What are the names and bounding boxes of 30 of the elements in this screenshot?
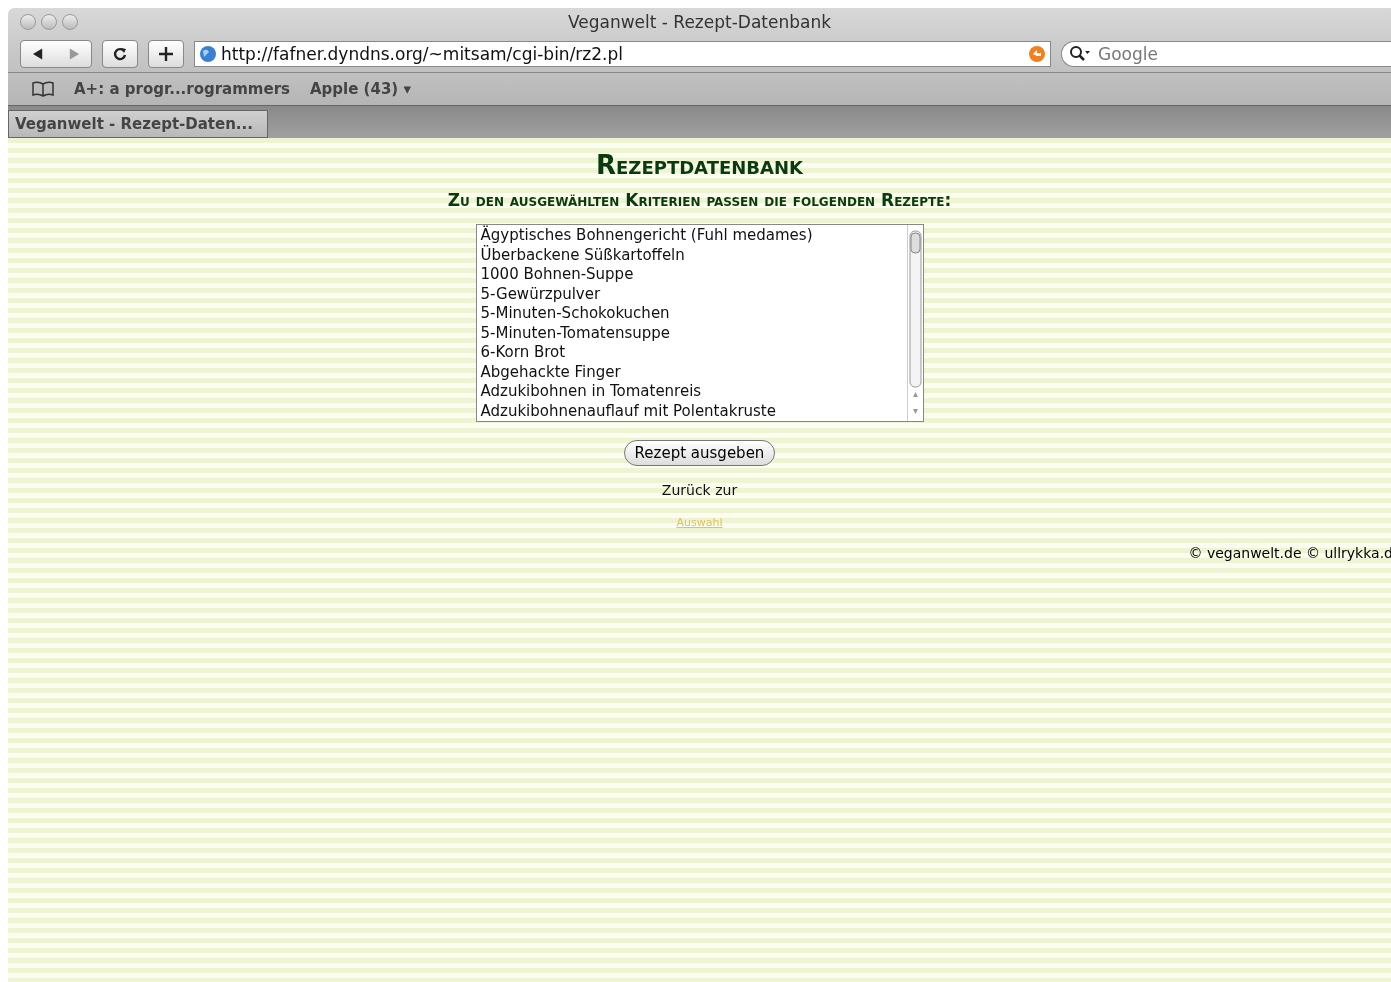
plus-icon [158, 46, 174, 62]
page-subheading: Zu den ausgewählten Kriterien passen die folgenden Rezepte: [447, 190, 952, 210]
list-option[interactable]: 1000 Bohnen-Suppe [480, 265, 903, 285]
page-heading: Rezeptdatenbank [596, 150, 803, 180]
reload-icon [112, 46, 128, 62]
bookmarks-book-icon[interactable] [32, 81, 54, 97]
reload-button[interactable] [102, 40, 138, 68]
list-option[interactable]: 5-Minuten-Tomatensuppe [480, 323, 903, 343]
globe-icon [199, 45, 217, 63]
list-option[interactable]: Abgehackte Finger [480, 362, 903, 382]
address-field[interactable]: http://fafner.dyndns.org/~mitsam/cgi-bin/rz2.pl [194, 41, 1051, 67]
list-option[interactable]: 5-Gewürzpulver [480, 284, 903, 304]
add-bookmark-button[interactable] [148, 40, 184, 68]
bookmark-item[interactable]: Apple (43) ▾ [310, 80, 411, 98]
list-option[interactable]: Ägyptisches Bohnengericht (Fuhl medames) [480, 226, 903, 246]
list-option[interactable]: 5-Minuten-Schokokuchen [480, 304, 903, 324]
list-option[interactable]: Adzukibohnen in Tomatenreis [480, 382, 903, 402]
submit-button[interactable]: Rezept ausgeben [623, 440, 776, 466]
list-option[interactable]: 6-Korn Brot [480, 343, 903, 363]
recipe-listbox[interactable] [475, 224, 924, 422]
copyright-text: © veganwelt.de © ullrykka.d [1188, 545, 1391, 561]
scrollbar[interactable] [906, 225, 923, 421]
list-option[interactable]: Überbackene Süßkartoffeln [480, 245, 903, 265]
window-title: Veganwelt - Rezept-Datenbank [567, 12, 832, 32]
back-text: Zurück zur [661, 482, 738, 498]
bookmark-item[interactable]: A+: a progr...rogrammers [74, 80, 290, 98]
list-option[interactable]: Adzukibohnenauflauf mit Polentakruste [480, 401, 903, 421]
search-field[interactable]: Google [1061, 41, 1391, 67]
browser-tab[interactable]: Veganwelt - Rezept-Daten... [8, 110, 268, 138]
search-icon[interactable] [1069, 45, 1091, 63]
